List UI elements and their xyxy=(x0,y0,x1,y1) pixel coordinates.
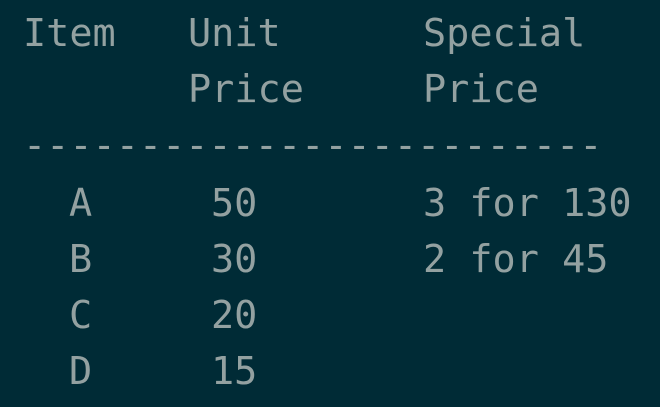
header-special-price: Price xyxy=(423,67,539,112)
unit-price-cell: 20 xyxy=(211,293,258,338)
unit-price-cell: 50 xyxy=(211,181,258,226)
divider-line: ------------------------- xyxy=(0,118,660,174)
header-item: Item xyxy=(23,11,116,56)
item-cell: D xyxy=(69,349,93,394)
item-cell: B xyxy=(69,237,93,282)
special-price-cell: 3 for 130 xyxy=(423,181,632,226)
header-unit: Unit xyxy=(188,11,281,56)
table-row: A 50 3 for 130 xyxy=(0,176,660,232)
header-unit-price: Price xyxy=(188,67,304,112)
header-row-2: Price Price xyxy=(0,62,660,118)
item-cell: A xyxy=(69,181,93,226)
divider-dashes: ------------------------- xyxy=(23,123,603,168)
special-price-cell: 2 for 45 xyxy=(423,237,609,282)
item-cell: C xyxy=(69,293,93,338)
header-special: Special xyxy=(423,11,586,56)
table-row: D 15 xyxy=(0,344,660,400)
unit-price-cell: 15 xyxy=(211,349,258,394)
unit-price-cell: 30 xyxy=(211,237,258,282)
table-row: C 20 xyxy=(0,288,660,344)
header-row-1: Item Unit Special xyxy=(0,6,660,62)
table-row: B 30 2 for 45 xyxy=(0,232,660,288)
terminal-screen: Item Unit Special Price Price ----------… xyxy=(0,0,660,407)
